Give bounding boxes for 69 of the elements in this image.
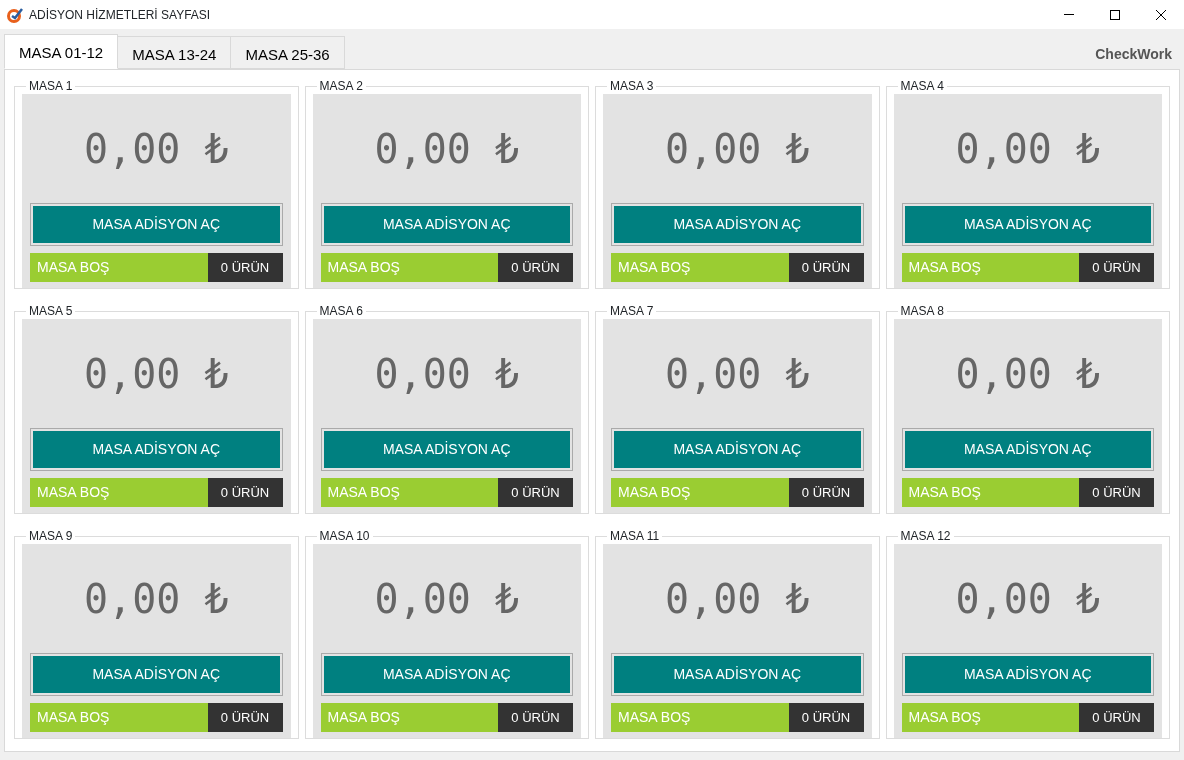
group-title: MASA 11 — [609, 529, 661, 543]
group-title: MASA 1 — [28, 79, 74, 93]
tab[interactable]: MASA 25-36 — [230, 36, 345, 69]
status-label: MASA BOŞ — [611, 478, 789, 507]
item-count: 0 ÜRÜN — [207, 703, 283, 732]
amount-display: 0,00 ₺ — [83, 350, 230, 399]
group-title: MASA 3 — [609, 79, 655, 93]
item-count: 0 ÜRÜN — [1079, 478, 1154, 507]
window-title: ADİSYON HİZMETLERİ SAYFASI — [29, 6, 211, 24]
item-count: 0 ÜRÜN — [1079, 703, 1154, 732]
amount-display: 0,00 ₺ — [373, 350, 520, 399]
tab[interactable]: MASA 01-12 — [4, 34, 119, 69]
open-bill-button[interactable]: MASA ADİSYON AÇ — [320, 653, 573, 696]
open-bill-button[interactable]: MASA ADİSYON AÇ — [611, 653, 864, 696]
item-count: 0 ÜRÜN — [207, 253, 283, 282]
open-bill-button[interactable]: MASA ADİSYON AÇ — [901, 653, 1154, 696]
status-label: MASA BOŞ — [320, 253, 498, 282]
amount-display: 0,00 ₺ — [83, 575, 230, 624]
status-label: MASA BOŞ — [901, 703, 1079, 732]
open-bill-button[interactable]: MASA ADİSYON AÇ — [30, 653, 283, 696]
amount-display: 0,00 ₺ — [83, 125, 230, 174]
group-title: MASA 9 — [28, 529, 74, 543]
group-title: MASA 8 — [899, 304, 945, 318]
group-title: MASA 7 — [609, 304, 655, 318]
status-label: MASA BOŞ — [30, 703, 208, 732]
item-count: 0 ÜRÜN — [788, 253, 864, 282]
group-title: MASA 2 — [318, 79, 364, 93]
amount-display: 0,00 ₺ — [954, 125, 1101, 174]
amount-display: 0,00 ₺ — [373, 575, 520, 624]
minimize-icon — [1064, 14, 1074, 15]
item-count: 0 ÜRÜN — [498, 703, 573, 732]
close-icon — [1155, 8, 1167, 21]
group-title: MASA 10 — [318, 529, 371, 543]
amount-display: 0,00 ₺ — [664, 125, 811, 174]
item-count: 0 ÜRÜN — [788, 478, 864, 507]
status-label: MASA BOŞ — [611, 703, 789, 732]
open-bill-button[interactable]: MASA ADİSYON AÇ — [611, 203, 864, 246]
group-title: MASA 12 — [899, 529, 952, 543]
group-title: MASA 4 — [899, 79, 945, 93]
amount-display: 0,00 ₺ — [373, 125, 520, 174]
open-bill-button[interactable]: MASA ADİSYON AÇ — [320, 428, 573, 471]
status-label: MASA BOŞ — [901, 478, 1079, 507]
maximize-icon — [1109, 8, 1121, 21]
open-bill-button[interactable]: MASA ADİSYON AÇ — [611, 428, 864, 471]
status-label: MASA BOŞ — [320, 703, 498, 732]
open-bill-button[interactable]: MASA ADİSYON AÇ — [30, 428, 283, 471]
status-label: MASA BOŞ — [30, 478, 208, 507]
group-title: MASA 5 — [28, 304, 74, 318]
amount-display: 0,00 ₺ — [664, 350, 811, 399]
amount-display: 0,00 ₺ — [664, 575, 811, 624]
status-label: MASA BOŞ — [611, 253, 789, 282]
brand-label: CheckWork — [1095, 45, 1173, 64]
status-label: MASA BOŞ — [901, 253, 1079, 282]
amount-display: 0,00 ₺ — [954, 575, 1101, 624]
app-logo-icon — [7, 6, 23, 23]
open-bill-button[interactable]: MASA ADİSYON AÇ — [901, 203, 1154, 246]
item-count: 0 ÜRÜN — [788, 703, 864, 732]
item-count: 0 ÜRÜN — [1079, 253, 1154, 282]
open-bill-button[interactable]: MASA ADİSYON AÇ — [30, 203, 283, 246]
item-count: 0 ÜRÜN — [207, 478, 283, 507]
status-label: MASA BOŞ — [30, 253, 208, 282]
amount-display: 0,00 ₺ — [954, 350, 1101, 399]
open-bill-button[interactable]: MASA ADİSYON AÇ — [901, 428, 1154, 471]
status-label: MASA BOŞ — [320, 478, 498, 507]
item-count: 0 ÜRÜN — [498, 253, 573, 282]
tab[interactable]: MASA 13-24 — [117, 36, 232, 69]
item-count: 0 ÜRÜN — [498, 478, 573, 507]
open-bill-button[interactable]: MASA ADİSYON AÇ — [320, 203, 573, 246]
group-title: MASA 6 — [318, 304, 364, 318]
